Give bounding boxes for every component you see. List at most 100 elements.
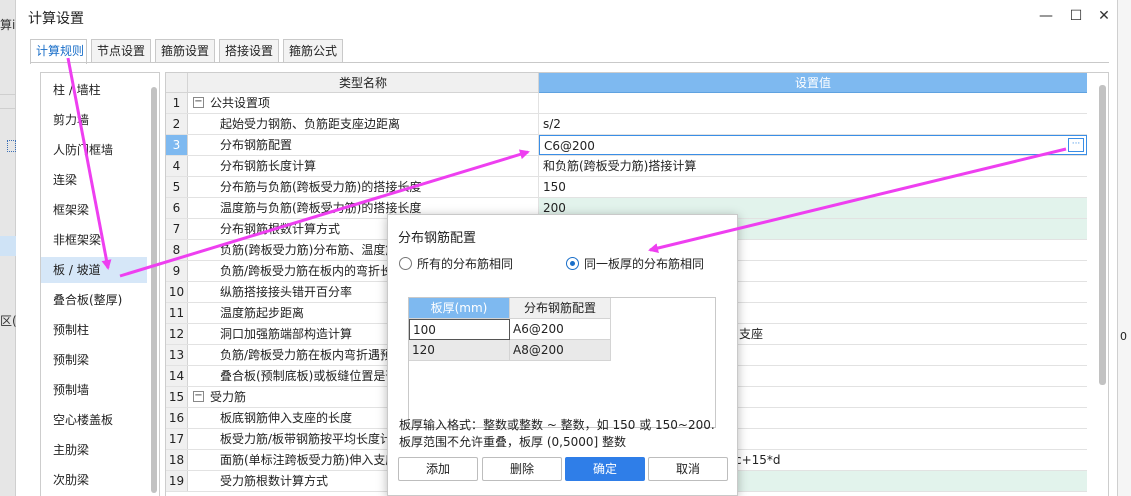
row-number: 10 <box>166 282 188 302</box>
row-number: 16 <box>166 408 188 428</box>
more-options-button[interactable]: ··· <box>1068 138 1084 152</box>
popup-title: 分布钢筋配置 <box>398 231 477 246</box>
distribution-rebar-value-field[interactable]: C6@200 ··· <box>539 135 1087 155</box>
config-cell[interactable]: A8@200 <box>510 340 611 361</box>
category-item-hollow-slab[interactable]: 空心楼盖板 <box>41 407 147 433</box>
row-name-text: 公共设置项 <box>210 96 271 110</box>
row-number: 18 <box>166 450 188 470</box>
host-divider <box>0 108 16 109</box>
row-number: 6 <box>166 198 188 218</box>
row-value[interactable]: 150 <box>539 177 1087 197</box>
table-row[interactable]: 2 起始受力钢筋、负筋距支座边距离 s/2 <box>166 114 1087 135</box>
row-value[interactable]: s/2 <box>539 114 1087 134</box>
config-cell[interactable]: A6@200 <box>510 319 611 340</box>
table-row[interactable]: 1 − 公共设置项 <box>166 93 1087 114</box>
row-name: − 公共设置项 <box>188 93 539 113</box>
category-item-shear-wall[interactable]: 剪力墙 <box>41 107 147 133</box>
close-icon[interactable]: ✕ <box>1094 6 1114 26</box>
collapse-icon[interactable]: − <box>193 97 204 108</box>
category-item-main-rib-beam[interactable]: 主肋梁 <box>41 437 147 463</box>
grid-header-name: 类型名称 <box>188 73 539 93</box>
ok-button[interactable]: 确定 <box>565 457 645 481</box>
radio-checked-icon[interactable] <box>566 257 579 270</box>
row-number: 8 <box>166 240 188 260</box>
tab-lap-settings[interactable]: 搭接设置 <box>219 39 279 63</box>
delete-button[interactable]: 删除 <box>482 457 562 481</box>
host-text-fragment: 0 <box>1120 330 1127 343</box>
category-scrollbar[interactable] <box>151 87 157 493</box>
table-row[interactable]: 5 分布筋与负筋(跨板受力筋)的搭接长度 150 <box>166 177 1087 198</box>
collapse-icon[interactable]: − <box>193 391 204 402</box>
category-item-column[interactable]: 柱 / 墙柱 <box>41 77 147 103</box>
category-item-frame-beam[interactable]: 框架梁 <box>41 197 147 223</box>
minimize-icon[interactable]: — <box>1036 6 1056 26</box>
row-number: 9 <box>166 261 188 281</box>
radio-all-same[interactable]: 所有的分布筋相同 <box>399 256 513 272</box>
maximize-icon[interactable]: ☐ <box>1066 6 1086 26</box>
input-format-hint: 板厚输入格式：整数或整数 ~ 整数，如 150 或 150~200. 板厚范围不… <box>399 417 715 451</box>
col-header-thickness: 板厚(mm) <box>409 298 510 319</box>
row-number: 15 <box>166 387 188 407</box>
row-value-text: C6@200 <box>544 139 595 153</box>
category-item-secondary-rib-beam[interactable]: 次肋梁 <box>41 467 147 493</box>
host-selected-item[interactable] <box>0 236 16 256</box>
table-row[interactable]: 3 分布钢筋配置 C6@200 ··· <box>166 135 1087 156</box>
tab-stirrup-settings[interactable]: 箍筋设置 <box>155 39 215 63</box>
category-item-slab-ramp[interactable]: 板 / 坡道 <box>41 257 147 283</box>
radio-unchecked-icon[interactable] <box>399 257 412 270</box>
row-number: 11 <box>166 303 188 323</box>
row-number: 4 <box>166 156 188 176</box>
row-number: 17 <box>166 429 188 449</box>
hint-line-2: 板厚范围不允许重叠，板厚 (0,5000] 整数 <box>399 435 626 449</box>
row-number: 3 <box>166 135 188 155</box>
grid-scrollbar[interactable] <box>1099 85 1106 385</box>
category-list: 柱 / 墙柱 剪力墙 人防门框墙 连梁 框架梁 非框架梁 板 / 坡道 叠合板(… <box>40 72 160 496</box>
thickness-config-table: 板厚(mm) 分布钢筋配置 100 A6@200 120 A8@200 <box>408 297 716 428</box>
category-item-precast-wall[interactable]: 预制墙 <box>41 377 147 403</box>
host-app-left-strip: 算i 区( <box>0 0 17 496</box>
cancel-button[interactable]: 取消 <box>648 457 728 481</box>
category-item-precast-beam[interactable]: 预制梁 <box>41 347 147 373</box>
row-name: 分布钢筋配置 <box>188 135 539 155</box>
category-item-civil-defense-frame[interactable]: 人防门框墙 <box>41 137 147 163</box>
row-name: 分布钢筋长度计算 <box>188 156 539 176</box>
tab-divider <box>30 62 1109 63</box>
row-value[interactable] <box>539 93 1087 113</box>
category-item-composite-slab[interactable]: 叠合板(整厚) <box>41 287 147 313</box>
row-number: 1 <box>166 93 188 113</box>
add-button[interactable]: 添加 <box>398 457 478 481</box>
row-number: 19 <box>166 471 188 491</box>
category-item-coupling-beam[interactable]: 连梁 <box>41 167 147 193</box>
row-number: 14 <box>166 366 188 386</box>
tab-node-settings[interactable]: 节点设置 <box>91 39 151 63</box>
thickness-input[interactable]: 100 <box>409 319 510 340</box>
tab-calc-rules[interactable]: 计算规则 <box>30 39 87 64</box>
row-name-text: 受力筋 <box>210 390 247 404</box>
thickness-cell[interactable]: 120 <box>409 340 510 361</box>
row-number: 12 <box>166 324 188 344</box>
host-text-fragment: 区( <box>0 314 17 328</box>
grid-icon[interactable] <box>7 140 16 152</box>
host-text-fragment: 算i <box>0 18 16 32</box>
grid-header-number <box>166 73 188 93</box>
col-header-config: 分布钢筋配置 <box>510 298 611 319</box>
tab-stirrup-formula[interactable]: 箍筋公式 <box>283 39 343 63</box>
distribution-rebar-config-dialog: 分布钢筋配置 所有的分布筋相同 同一板厚的分布筋相同 板厚(mm) 分布钢筋配置… <box>387 214 738 496</box>
row-value[interactable]: 和负筋(跨板受力筋)搭接计算 <box>539 156 1087 176</box>
host-divider <box>0 94 16 95</box>
row-number: 7 <box>166 219 188 239</box>
category-item-precast-column[interactable]: 预制柱 <box>41 317 147 343</box>
radio-same-thickness-label: 同一板厚的分布筋相同 <box>584 257 705 271</box>
hint-line-1: 板厚输入格式：整数或整数 ~ 整数，如 150 或 150~200. <box>399 418 715 432</box>
row-name: 起始受力钢筋、负筋距支座边距离 <box>188 114 539 134</box>
table-row[interactable]: 4 分布钢筋长度计算 和负筋(跨板受力筋)搭接计算 <box>166 156 1087 177</box>
radio-all-same-label: 所有的分布筋相同 <box>417 257 514 271</box>
row-number: 5 <box>166 177 188 197</box>
row-name: 分布筋与负筋(跨板受力筋)的搭接长度 <box>188 177 539 197</box>
radio-same-thickness[interactable]: 同一板厚的分布筋相同 <box>566 256 704 272</box>
category-item-non-frame-beam[interactable]: 非框架梁 <box>41 227 147 253</box>
dialog-title-bar[interactable]: 计算设置 — ☐ ✕ <box>16 0 1117 34</box>
dialog-title: 计算设置 <box>28 11 84 27</box>
row-number: 2 <box>166 114 188 134</box>
host-app-right-strip: 0 <box>1117 0 1131 496</box>
